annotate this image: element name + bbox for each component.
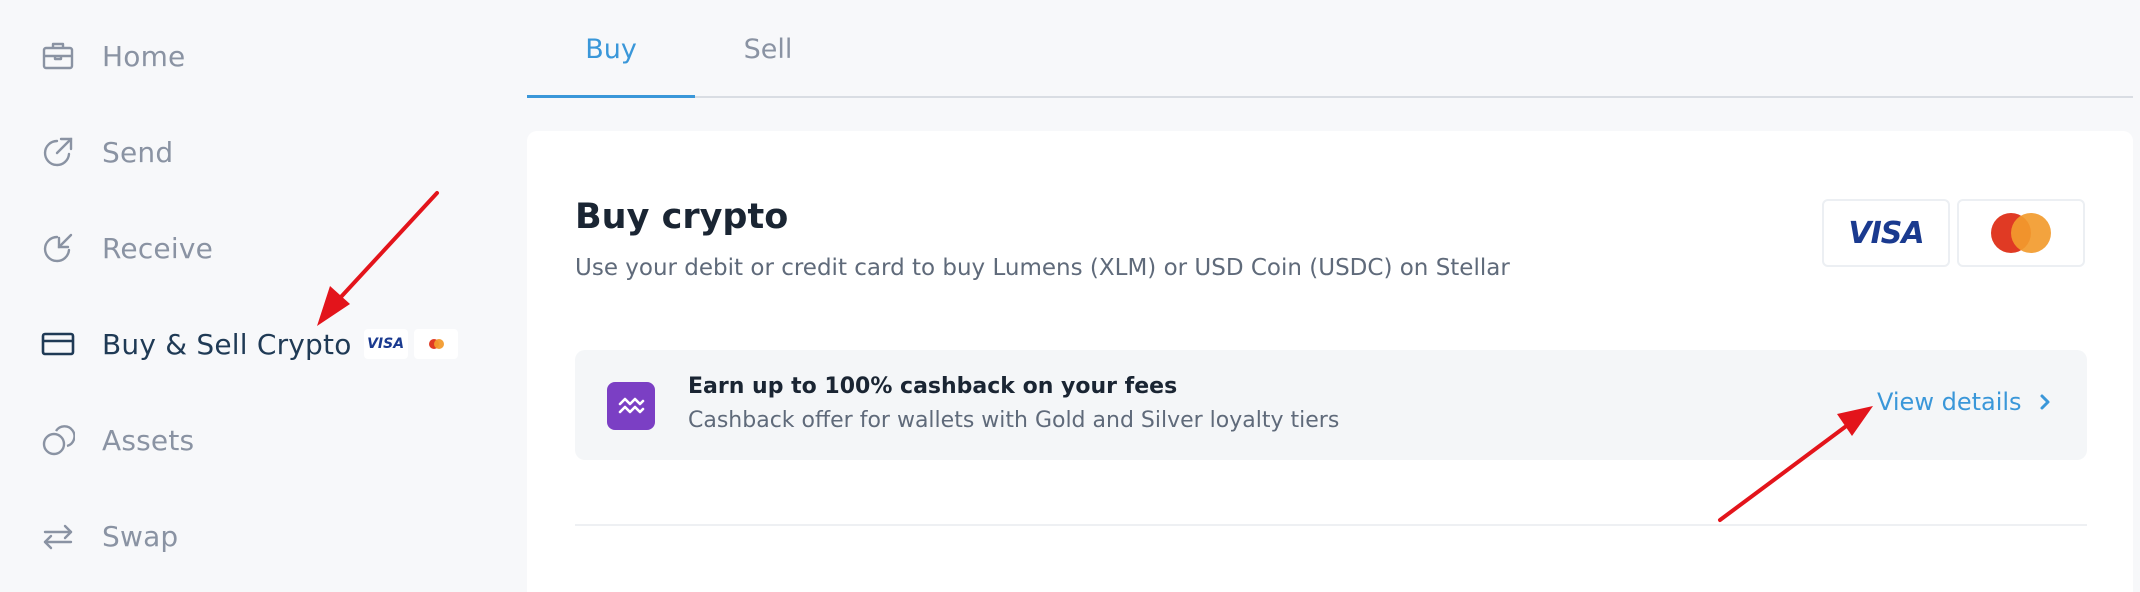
sidebar-item-label: Home — [102, 39, 186, 73]
swap-arrows-icon — [40, 518, 76, 554]
tab-sell[interactable]: Sell — [695, 0, 841, 98]
page-subtitle: Use your debit or credit card to buy Lum… — [575, 255, 1510, 281]
active-tab-indicator — [527, 95, 695, 98]
sidebar-item-label: Send — [102, 135, 174, 169]
cashback-title: Earn up to 100% cashback on your fees — [688, 374, 1178, 399]
visa-logo: VISA — [1822, 199, 1950, 267]
cashback-subtitle: Cashback offer for wallets with Gold and… — [688, 408, 1340, 433]
sidebar-item-assets[interactable]: Assets — [40, 410, 480, 470]
sidebar-item-home[interactable]: Home — [40, 26, 480, 86]
divider — [575, 524, 2087, 526]
tab-buy[interactable]: Buy — [527, 0, 695, 98]
visa-logo-small: VISA — [363, 329, 408, 359]
cashback-banner: Earn up to 100% cashback on your fees Ca… — [575, 350, 2087, 460]
sidebar-item-send[interactable]: Send — [40, 122, 480, 182]
chevron-right-icon — [2040, 394, 2050, 410]
sidebar: Home Send Receive Buy & Sell Crypto VISA… — [0, 0, 520, 592]
mastercard-icon — [413, 329, 458, 359]
mastercard-logo — [1957, 199, 2085, 267]
sidebar-item-buy-sell-crypto[interactable]: Buy & Sell Crypto VISA — [40, 314, 480, 374]
credit-card-icon — [40, 326, 76, 362]
card-brands-badge: VISA — [363, 329, 458, 359]
view-details-label: View details — [1877, 388, 2022, 416]
sidebar-item-swap[interactable]: Swap — [40, 506, 480, 566]
arrow-up-right-icon — [40, 134, 76, 170]
coins-icon — [40, 422, 76, 458]
arrow-down-left-icon — [40, 230, 76, 266]
sidebar-item-label: Swap — [102, 519, 179, 553]
buy-sell-tabs: Buy Sell — [527, 0, 2133, 98]
sidebar-item-receive[interactable]: Receive — [40, 218, 480, 278]
sidebar-item-label: Assets — [102, 423, 195, 457]
cashback-waves-icon — [607, 382, 655, 430]
sidebar-item-label: Receive — [102, 231, 214, 265]
view-details-link[interactable]: View details — [1877, 388, 2052, 416]
briefcase-icon — [40, 38, 76, 74]
buy-crypto-card: Buy crypto Use your debit or credit card… — [527, 131, 2133, 592]
visa-text: VISA — [1848, 215, 1924, 251]
mastercard-icon — [1991, 213, 2051, 253]
sidebar-item-label: Buy & Sell Crypto — [102, 327, 352, 361]
page-title: Buy crypto — [575, 197, 789, 237]
